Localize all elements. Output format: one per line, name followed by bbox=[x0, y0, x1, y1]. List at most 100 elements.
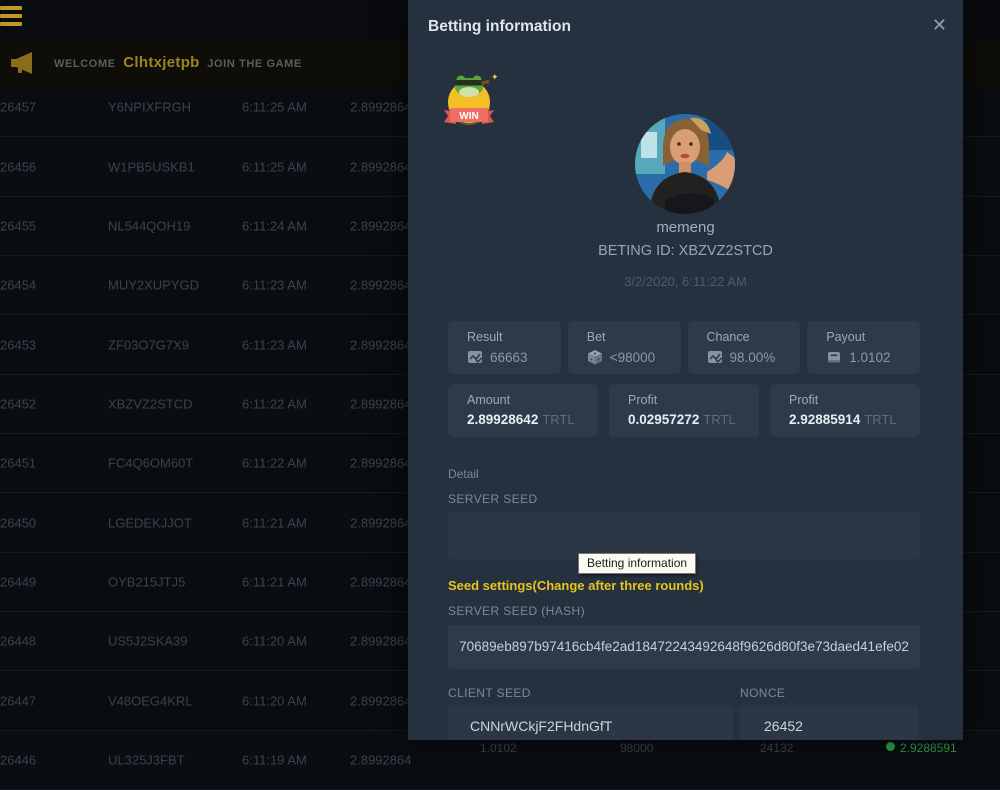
stat-value: 0.02957272 bbox=[628, 412, 699, 427]
server-seed-field[interactable] bbox=[448, 511, 920, 559]
welcome-label: WELCOME bbox=[54, 58, 116, 70]
stat-label: Profit bbox=[628, 393, 759, 407]
bet-user-cell: XBZVZ2STCD bbox=[108, 396, 193, 411]
stat-result: Result 66663 bbox=[448, 321, 561, 374]
bet-user-cell: ZF03O7G7X9 bbox=[108, 337, 189, 352]
bet-id-cell: 26455 bbox=[0, 218, 36, 233]
bet-time-cell: 6:11:25 AM bbox=[242, 100, 307, 115]
bet-amount-cell: 2.8992864 bbox=[350, 159, 411, 174]
svg-text:✦: ✦ bbox=[491, 72, 499, 82]
client-seed-label: CLIENT SEED bbox=[448, 686, 531, 700]
stat-bet: Bet <98000 bbox=[568, 321, 681, 374]
bet-amount-cell: 2.8992864 bbox=[350, 634, 411, 649]
bet-amount-cell: 2.8992864 bbox=[350, 278, 411, 293]
hamburger-menu-icon[interactable] bbox=[0, 6, 24, 30]
nonce-label: NONCE bbox=[740, 686, 785, 700]
client-seed-field[interactable]: CNNrWCkjF2FHdnGfT bbox=[448, 705, 733, 740]
bet-time-cell: 6:11:22 AM bbox=[242, 456, 307, 471]
stat-value: 98.00% bbox=[730, 350, 776, 365]
server-seed-hash-label: SERVER SEED (HASH) bbox=[448, 604, 585, 618]
svg-text:WIN: WIN bbox=[459, 111, 478, 122]
stat-value: 2.92885914 bbox=[789, 412, 860, 427]
currency-label: TRTL bbox=[864, 412, 896, 427]
player-name: memeng bbox=[408, 219, 963, 236]
stat-label: Payout bbox=[826, 330, 920, 344]
bet-user-cell: V48OEG4KRL bbox=[108, 693, 193, 708]
win-badge-icon: ✦ WIN bbox=[438, 72, 500, 132]
bet-id-cell: 26454 bbox=[0, 278, 36, 293]
betting-id: BETING ID: XBZVZ2STCD bbox=[408, 243, 963, 259]
stat-chance: Chance 98.00% bbox=[688, 321, 801, 374]
stat-value: <98000 bbox=[610, 350, 655, 365]
currency-label: TRTL bbox=[542, 412, 574, 427]
bet-time-cell: 6:11:21 AM bbox=[242, 574, 307, 589]
bg-value: 1.0102 bbox=[480, 741, 517, 755]
bet-id-cell: 26450 bbox=[0, 515, 36, 530]
bet-amount-cell: 2.8992864 bbox=[350, 515, 411, 530]
bet-user-cell: NL544QOH19 bbox=[108, 218, 190, 233]
stat-value: 2.89928642 bbox=[467, 412, 538, 427]
bet-amount-cell: 2.8992864 bbox=[350, 100, 411, 115]
bet-user-cell: W1PB5USKB1 bbox=[108, 159, 195, 174]
stat-label: Profit bbox=[789, 393, 920, 407]
currency-label: TRTL bbox=[703, 412, 735, 427]
stats-row-2: Amount 2.89928642 TRTL Profit 0.02957272… bbox=[448, 384, 920, 437]
result-icon bbox=[467, 349, 483, 365]
bet-user-cell: US5J2SKA39 bbox=[108, 634, 188, 649]
stat-label: Result bbox=[467, 330, 561, 344]
stat-profit-2: Profit 2.92885914 TRTL bbox=[770, 384, 920, 437]
bet-amount-cell: 2.8992864 bbox=[350, 456, 411, 471]
stat-amount: Amount 2.89928642 TRTL bbox=[448, 384, 598, 437]
bet-amount-cell: 2.8992864 bbox=[350, 693, 411, 708]
bet-id-cell: 26446 bbox=[0, 752, 36, 767]
bet-time-cell: 6:11:23 AM bbox=[242, 337, 307, 352]
bet-id-cell: 26447 bbox=[0, 693, 36, 708]
close-icon[interactable]: ✕ bbox=[932, 16, 947, 34]
betting-information-dialog: Betting information ✕ ✦ WIN bbox=[408, 0, 963, 740]
server-seed-hash-field[interactable]: 70689eb897b97416cb4fe2ad18472243492648f9… bbox=[448, 625, 920, 669]
stat-value: 1.0102 bbox=[849, 350, 890, 365]
bet-amount-cell: 2.8992864 bbox=[350, 752, 411, 767]
bet-id-cell: 26456 bbox=[0, 159, 36, 174]
stat-label: Amount bbox=[467, 393, 598, 407]
bet-time-cell: 6:11:21 AM bbox=[242, 515, 307, 530]
bet-time-cell: 6:11:23 AM bbox=[242, 278, 307, 293]
bet-id-cell: 26449 bbox=[0, 574, 36, 589]
stat-value: 66663 bbox=[490, 350, 528, 365]
bg-value: 98000 bbox=[620, 741, 653, 755]
bet-time-cell: 6:11:25 AM bbox=[242, 159, 307, 174]
stat-label: Chance bbox=[707, 330, 801, 344]
seed-settings-heading: Seed settings(Change after three rounds) bbox=[448, 578, 704, 593]
bet-time-cell: 6:11:20 AM bbox=[242, 634, 307, 649]
megaphone-icon bbox=[10, 51, 36, 75]
chance-icon bbox=[707, 349, 723, 365]
server-seed-label: SERVER SEED bbox=[448, 492, 538, 506]
bet-user-cell: FC4Q6OM60T bbox=[108, 456, 193, 471]
bet-time-cell: 6:11:19 AM bbox=[242, 752, 307, 767]
stat-payout: Payout 1.0102 bbox=[807, 321, 920, 374]
stat-label: Bet bbox=[587, 330, 681, 344]
bet-timestamp: 3/2/2020, 6:11:22 AM bbox=[408, 274, 963, 289]
bg-value: 24132 bbox=[760, 741, 793, 755]
bg-profit-value: 2.9288591 bbox=[900, 741, 957, 755]
bet-amount-cell: 2.8992864 bbox=[350, 574, 411, 589]
nonce-field[interactable]: 26452 bbox=[740, 705, 918, 740]
join-the-game-label: JOIN THE GAME bbox=[207, 58, 302, 70]
bet-id-cell: 26451 bbox=[0, 456, 36, 471]
bet-amount-cell: 2.8992864 bbox=[350, 337, 411, 352]
bet-time-cell: 6:11:20 AM bbox=[242, 693, 307, 708]
dialog-title: Betting information bbox=[428, 18, 571, 36]
tooltip: Betting information bbox=[578, 553, 696, 574]
bet-id-cell: 26457 bbox=[0, 100, 36, 115]
payout-icon bbox=[826, 349, 842, 365]
detail-section-label: Detail bbox=[448, 467, 479, 481]
stat-profit-1: Profit 0.02957272 TRTL bbox=[609, 384, 759, 437]
bet-id-cell: 26448 bbox=[0, 634, 36, 649]
bet-amount-cell: 2.8992864 bbox=[350, 396, 411, 411]
bet-id-cell: 26452 bbox=[0, 396, 36, 411]
bet-user-cell: OYB215JTJ5 bbox=[108, 574, 185, 589]
avatar bbox=[635, 114, 735, 214]
bet-user-cell: MUY2XUPYGD bbox=[108, 278, 199, 293]
bet-time-cell: 6:11:24 AM bbox=[242, 218, 307, 233]
welcome-username: Clhtxjetpb bbox=[119, 54, 203, 71]
